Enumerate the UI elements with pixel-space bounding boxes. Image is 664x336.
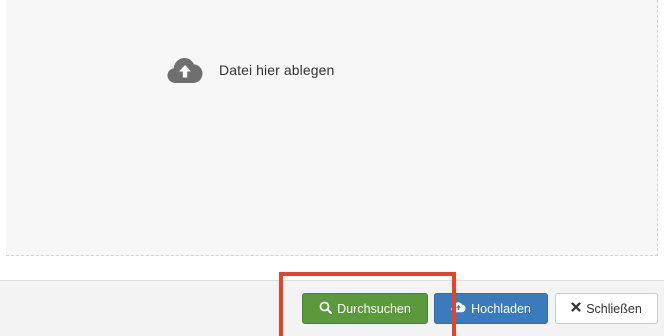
- drop-label: Datei hier ablegen: [219, 62, 335, 78]
- browse-button-label: Durchsuchen: [337, 301, 411, 316]
- cloud-upload-icon: [167, 58, 203, 83]
- browse-button[interactable]: Durchsuchen: [302, 293, 428, 324]
- upload-button[interactable]: Hochladen: [434, 293, 548, 324]
- close-button-label: Schließen: [586, 301, 642, 316]
- cloud-upload-icon: [451, 301, 466, 316]
- file-drop-zone[interactable]: Datei hier ablegen: [6, 0, 658, 256]
- upload-button-label: Hochladen: [471, 301, 531, 316]
- close-button[interactable]: Schließen: [555, 293, 658, 324]
- close-icon: [571, 302, 581, 315]
- search-icon: [319, 301, 333, 317]
- drop-hint: Datei hier ablegen: [167, 55, 334, 85]
